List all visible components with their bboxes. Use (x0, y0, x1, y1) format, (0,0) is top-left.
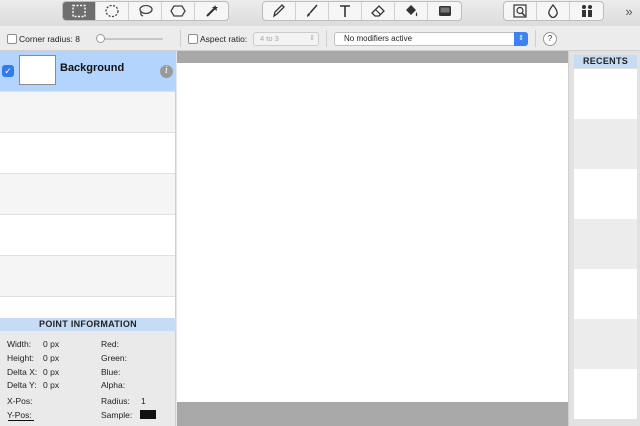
divider (535, 30, 536, 47)
empty-layer-row (0, 256, 175, 297)
toolbar: » (0, 0, 640, 26)
paint-bucket-icon (406, 5, 418, 17)
corner-radius-slider-track (97, 38, 163, 40)
blue-label: Blue: (101, 367, 121, 377)
point-info-title: POINT INFORMATION (0, 318, 176, 331)
drop-tool[interactable] (537, 2, 570, 20)
empty-layer-row (0, 297, 175, 318)
recent-slot[interactable] (574, 169, 637, 219)
stepper-icon: ⇕ (309, 35, 315, 42)
delta-y-value: 0 px (43, 380, 60, 390)
empty-layer-row (0, 92, 175, 133)
width-label: Width: (7, 339, 32, 349)
corner-radius-slider-knob[interactable] (96, 34, 105, 43)
misc-tools (503, 1, 604, 21)
divider (326, 30, 327, 47)
recent-slot[interactable] (574, 369, 637, 419)
modifiers-select[interactable]: No modifiers active ⇕ (334, 32, 528, 46)
brush-tool[interactable] (296, 2, 329, 20)
empty-layer-row (0, 215, 175, 256)
x-pos-label: X-Pos: (7, 396, 33, 406)
drop-icon (548, 4, 558, 18)
recents-title: RECENTS (574, 55, 637, 68)
layer-name: Background (60, 62, 125, 74)
modifiers-value: No modifiers active (344, 34, 413, 43)
rect-select-icon (72, 4, 86, 18)
people-icon (581, 5, 592, 17)
drawing-tools (262, 1, 462, 21)
chevron-updown-icon: ⇕ (514, 32, 528, 46)
magic-wand-tool[interactable] (195, 2, 228, 20)
radius-label: Radius: (101, 396, 130, 406)
canvas[interactable] (177, 63, 568, 402)
toolbar-overflow-button[interactable]: » (620, 2, 638, 20)
recent-slot[interactable] (574, 69, 637, 119)
selection-tools (62, 1, 229, 21)
zoom-region-icon (513, 4, 527, 18)
layers-panel: ✓ Background i (0, 51, 176, 318)
recent-slot[interactable] (574, 219, 637, 269)
red-label: Red: (101, 339, 119, 349)
aspect-ratio-label: Aspect ratio: (200, 34, 248, 44)
recent-slot[interactable] (574, 319, 637, 369)
height-value: 0 px (43, 353, 60, 363)
lasso-icon (139, 4, 153, 17)
ellipse-select-icon (105, 4, 119, 18)
layer-thumbnail (19, 55, 56, 85)
empty-layer-row (0, 174, 175, 215)
green-label: Green: (101, 353, 127, 363)
layer-visibility-checkbox[interactable]: ✓ (2, 65, 14, 77)
alpha-label: Alpha: (101, 380, 126, 390)
aspect-ratio-value: 4 to 3 (260, 34, 279, 43)
y-pos-label: Y-Pos: (7, 410, 32, 420)
divider (180, 30, 181, 47)
rect-select-tool[interactable] (63, 2, 96, 20)
text-tool[interactable] (329, 2, 362, 20)
recents-panel: RECENTS (568, 51, 640, 426)
render-artifact (140, 410, 156, 419)
magic-wand-icon (205, 5, 218, 17)
delta-x-value: 0 px (43, 367, 60, 377)
empty-layer-row (0, 133, 175, 174)
polygon-select-tool[interactable] (162, 2, 195, 20)
render-artifact (8, 420, 34, 421)
layer-row-background[interactable]: ✓ Background i (0, 51, 175, 92)
delta-x-label: Delta X: (7, 367, 38, 377)
lasso-tool[interactable] (129, 2, 162, 20)
zoom-region-tool[interactable] (504, 2, 537, 20)
sample-label: Sample: (101, 410, 133, 420)
eraser-tool[interactable] (362, 2, 395, 20)
aspect-ratio-select[interactable]: 4 to 3 ⇕ (253, 32, 319, 46)
pen-icon (272, 4, 285, 18)
pen-tool[interactable] (263, 2, 296, 20)
recent-slot[interactable] (574, 269, 637, 319)
point-information-panel: POINT INFORMATION Width: 0 px Height: 0 … (0, 318, 176, 426)
height-label: Height: (7, 353, 34, 363)
aspect-ratio-checkbox[interactable] (188, 34, 198, 44)
eraser-icon (371, 5, 385, 17)
paint-bucket-tool[interactable] (395, 2, 428, 20)
rectangle-shape-icon (438, 6, 451, 16)
polygon-select-icon (170, 5, 186, 17)
brush-icon (307, 4, 318, 17)
ellipse-select-tool[interactable] (96, 2, 129, 20)
corner-radius-label: Corner radius: 8 (19, 34, 80, 44)
width-value: 0 px (43, 339, 60, 349)
recent-slot[interactable] (574, 119, 637, 169)
canvas-area (177, 51, 568, 426)
rectangle-shape-tool[interactable] (428, 2, 461, 20)
corner-radius-checkbox[interactable] (7, 34, 17, 44)
delta-y-label: Delta Y: (7, 380, 37, 390)
text-icon (340, 5, 350, 17)
info-icon[interactable]: i (160, 65, 173, 78)
people-tool[interactable] (570, 2, 603, 20)
help-button[interactable]: ? (543, 32, 557, 46)
radius-value: 1 (141, 396, 146, 406)
